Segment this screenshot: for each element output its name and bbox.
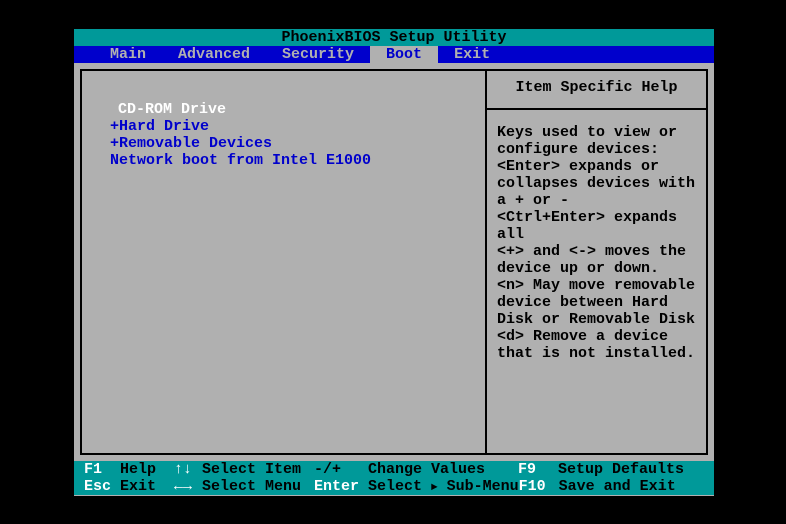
label-exit: Exit xyxy=(120,478,174,495)
boot-item-label: Removable Devices xyxy=(119,135,272,152)
footer-row-1: F1 Help ↑↓ Select Item -/+ Change Values… xyxy=(84,461,704,478)
key-plusminus[interactable]: -/+ xyxy=(314,461,368,478)
help-body: Keys used to view or configure devices:<… xyxy=(487,110,706,376)
tab-security[interactable]: Security xyxy=(266,46,370,63)
help-panel: Item Specific Help Keys used to view or … xyxy=(486,69,708,455)
boot-item-network[interactable]: Network boot from Intel E1000 xyxy=(102,152,485,169)
triangle-right-icon: ► xyxy=(431,482,438,494)
expand-prefix: + xyxy=(110,135,119,152)
tab-advanced[interactable]: Advanced xyxy=(162,46,266,63)
boot-item-label: Hard Drive xyxy=(119,118,209,135)
tab-boot[interactable]: Boot xyxy=(370,46,438,63)
label-change-values: Change Values xyxy=(368,461,518,478)
label-setup-defaults: Setup Defaults xyxy=(558,461,684,478)
label-save-exit: Save and Exit xyxy=(559,478,676,495)
label-select-submenu: Select ► Sub-Menu xyxy=(368,478,519,495)
footer-row-2: Esc Exit ←→ Select Menu Enter Select ► S… xyxy=(84,478,704,495)
updown-arrow-icon: ↑↓ xyxy=(174,461,202,478)
key-enter[interactable]: Enter xyxy=(314,478,368,495)
boot-item-cdrom[interactable]: CD-ROM Drive xyxy=(102,101,485,118)
key-f9[interactable]: F9 xyxy=(518,461,558,478)
boot-item-removable[interactable]: +Removable Devices xyxy=(102,135,485,152)
content-area: CD-ROM Drive +Hard Drive +Removable Devi… xyxy=(74,63,714,461)
label-select-menu: Select Menu xyxy=(202,478,314,495)
boot-item-label: Network boot from Intel E1000 xyxy=(110,152,371,169)
leftright-arrow-icon: ←→ xyxy=(174,478,202,495)
menu-bar[interactable]: Main Advanced Security Boot Exit xyxy=(74,46,714,63)
footer-bar: F1 Help ↑↓ Select Item -/+ Change Values… xyxy=(74,461,714,495)
key-esc[interactable]: Esc xyxy=(84,478,120,495)
tab-exit[interactable]: Exit xyxy=(438,46,506,63)
title-text: PhoenixBIOS Setup Utility xyxy=(281,29,506,46)
key-f1[interactable]: F1 xyxy=(84,461,120,478)
boot-item-harddrive[interactable]: +Hard Drive xyxy=(102,118,485,135)
boot-item-label: CD-ROM Drive xyxy=(118,101,226,118)
bios-setup-window: PhoenixBIOS Setup Utility Main Advanced … xyxy=(74,29,714,496)
title-bar: PhoenixBIOS Setup Utility xyxy=(74,29,714,46)
label-select-item: Select Item xyxy=(202,461,314,478)
label-help: Help xyxy=(120,461,174,478)
tab-main[interactable]: Main xyxy=(94,46,162,63)
boot-order-panel[interactable]: CD-ROM Drive +Hard Drive +Removable Devi… xyxy=(80,69,486,455)
help-title: Item Specific Help xyxy=(487,71,706,110)
key-f10[interactable]: F10 xyxy=(519,478,559,495)
expand-prefix: + xyxy=(110,118,119,135)
